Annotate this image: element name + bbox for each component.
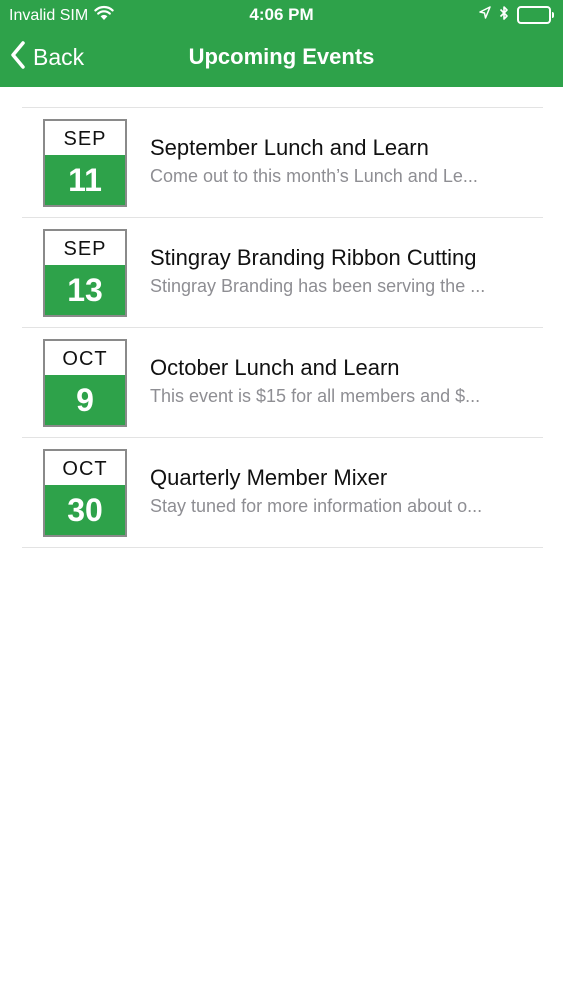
events-list: SEP 11 September Lunch and Learn Come ou… xyxy=(22,107,543,548)
event-description: Stay tuned for more information about o.… xyxy=(150,496,483,516)
event-description: Stingray Branding has been serving the .… xyxy=(150,276,486,296)
event-row[interactable]: OCT 9 October Lunch and Learn This event… xyxy=(22,328,543,438)
page-title: Upcoming Events xyxy=(188,44,375,69)
date-day: 11 xyxy=(45,155,125,205)
date-month: OCT xyxy=(62,458,108,480)
date-badge: SEP 13 xyxy=(43,229,127,317)
date-badge: SEP 11 xyxy=(43,119,127,207)
event-row[interactable]: OCT 30 Quarterly Member Mixer Stay tuned… xyxy=(22,438,543,548)
date-day: 13 xyxy=(45,265,125,315)
date-month: SEP xyxy=(63,238,107,260)
date-badge: OCT 30 xyxy=(43,449,127,537)
top-bar: Invalid SIM 4:06 PM Back Upcoming Events xyxy=(0,0,563,87)
battery-icon xyxy=(517,6,554,24)
location-arrow-icon xyxy=(479,5,491,25)
date-month: OCT xyxy=(62,348,108,370)
event-title: Stingray Branding Ribbon Cutting xyxy=(150,245,477,270)
event-row[interactable]: SEP 11 September Lunch and Learn Come ou… xyxy=(22,108,543,218)
bluetooth-icon xyxy=(499,5,509,26)
date-day: 30 xyxy=(45,485,125,535)
event-title: Quarterly Member Mixer xyxy=(150,465,388,490)
date-badge: OCT 9 xyxy=(43,339,127,427)
status-icons xyxy=(479,4,554,26)
navigation-bar: Back Upcoming Events xyxy=(0,30,563,87)
event-description: Come out to this month’s Lunch and Le... xyxy=(150,166,478,186)
date-day: 9 xyxy=(45,375,125,425)
event-title: September Lunch and Learn xyxy=(150,135,429,160)
event-description: This event is $15 for all members and $.… xyxy=(150,386,481,406)
event-title: October Lunch and Learn xyxy=(150,355,400,380)
status-bar: Invalid SIM 4:06 PM xyxy=(0,0,563,30)
date-month: SEP xyxy=(63,128,107,150)
event-row[interactable]: SEP 13 Stingray Branding Ribbon Cutting … xyxy=(22,218,543,328)
